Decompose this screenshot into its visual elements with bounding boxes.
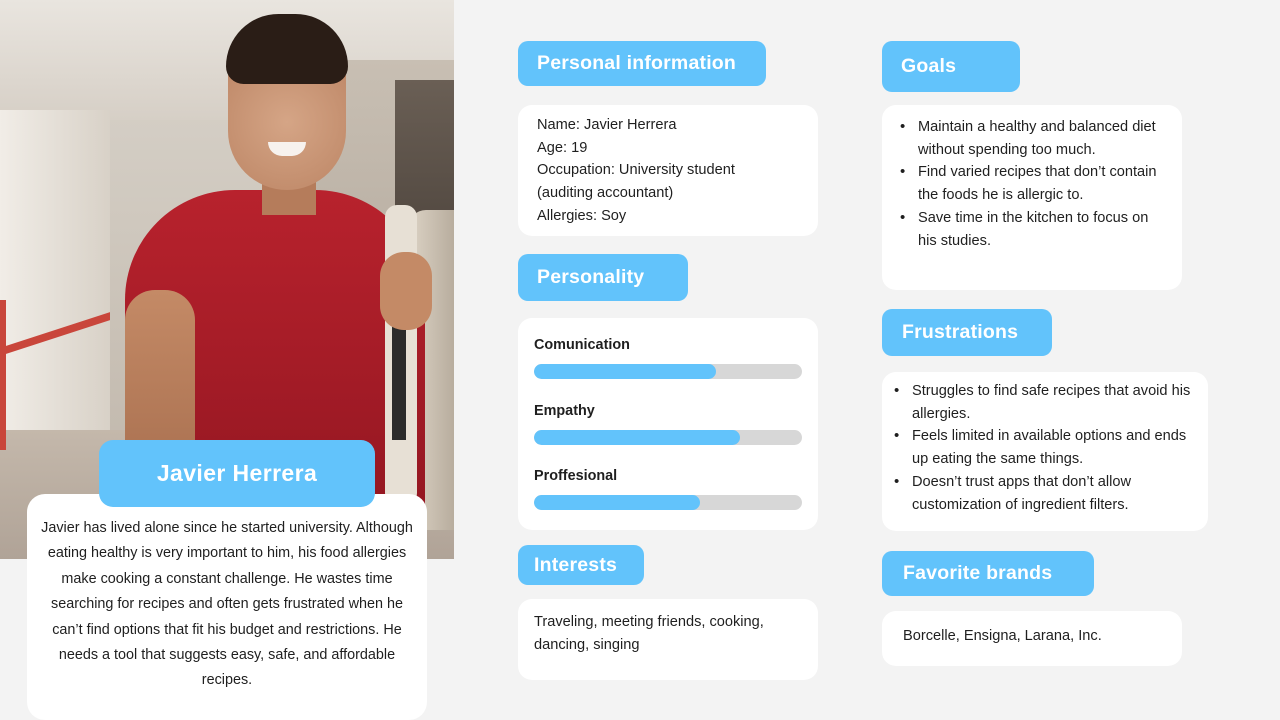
interests-card: Traveling, meeting friends, cooking, dan…: [518, 599, 818, 680]
goal-item: Maintain a healthy and balanced diet wit…: [900, 116, 1166, 161]
info-allergies: Allergies: Soy: [537, 207, 627, 224]
trait-bar-track: [534, 364, 802, 379]
trait-bar-fill: [534, 364, 717, 379]
persona-name: Javier Herrera: [99, 440, 375, 507]
info-occupation-detail: (auditing accountant): [537, 185, 674, 202]
trait-bar-fill: [534, 430, 741, 445]
persona-bio-card: Javier has lived alone since he started …: [27, 494, 427, 720]
goals-card: Maintain a healthy and balanced diet wit…: [882, 105, 1182, 290]
frustration-item: Struggles to find safe recipes that avoi…: [894, 380, 1194, 425]
trait-communication: Comunication: [534, 334, 818, 379]
trait-label: Empathy: [534, 403, 595, 419]
frustrations-list: Struggles to find safe recipes that avoi…: [882, 380, 1194, 516]
goals-list: Maintain a healthy and balanced diet wit…: [882, 116, 1166, 252]
favorite-brands-text: Borcelle, Ensigna, Larana, Inc.: [903, 628, 1102, 644]
personality-label: Personality: [518, 254, 688, 301]
goals-label: Goals: [882, 41, 1020, 92]
interests-label: Interests: [518, 545, 644, 585]
favorite-brands-card: Borcelle, Ensigna, Larana, Inc.: [882, 611, 1182, 666]
goal-item: Save time in the kitchen to focus on his…: [900, 207, 1166, 252]
trait-bar-track: [534, 495, 802, 510]
trait-label: Comunication: [534, 337, 630, 353]
photo-rail-post: [0, 300, 6, 450]
info-name: Name: Javier Herrera: [537, 117, 677, 133]
personal-info-label: Personal information: [518, 41, 766, 86]
frustration-item: Doesn’t trust apps that don’t allow cust…: [894, 471, 1194, 516]
trait-label: Proffesional: [534, 468, 618, 484]
favorite-brands-label: Favorite brands: [882, 551, 1094, 596]
trait-bar-track: [534, 430, 802, 445]
info-age: Age: 19: [537, 139, 588, 156]
frustration-item: Feels limited in available options and e…: [894, 425, 1194, 470]
goal-item: Find varied recipes that don’t contain t…: [900, 161, 1166, 206]
frustrations-card: Struggles to find safe recipes that avoi…: [882, 372, 1208, 531]
personality-card: Comunication Empathy Proffesional: [518, 318, 818, 530]
frustrations-label: Frustrations: [882, 309, 1052, 356]
interests-text: Traveling, meeting friends, cooking, dan…: [534, 614, 764, 653]
personal-info-card: Name: Javier Herrera Age: 19 Occupation:…: [518, 105, 818, 236]
trait-bar-fill: [534, 495, 701, 510]
trait-professional: Proffesional: [534, 465, 818, 510]
trait-empathy: Empathy: [534, 400, 818, 445]
info-occupation: Occupation: University student: [537, 162, 735, 179]
persona-bio: Javier has lived alone since he started …: [41, 520, 413, 689]
photo-hand: [380, 252, 432, 330]
